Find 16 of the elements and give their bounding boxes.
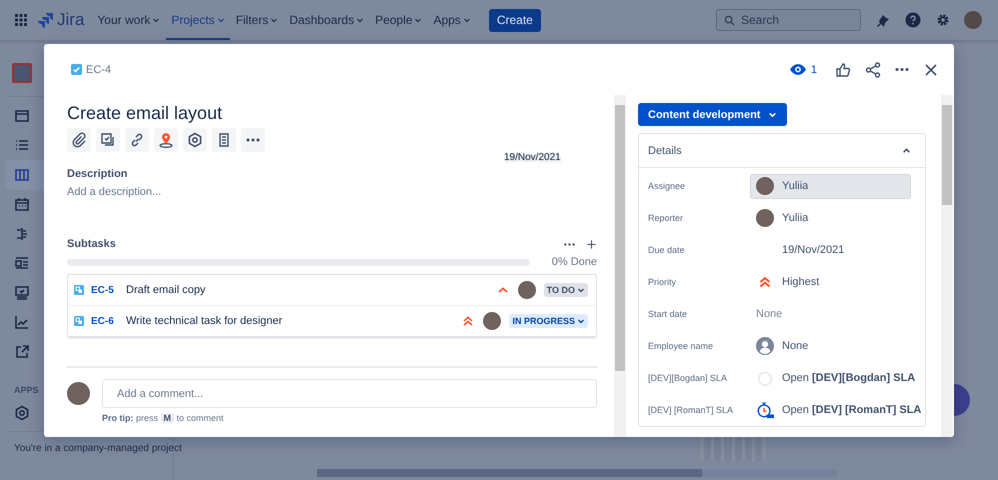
field-label: Start date — [648, 309, 688, 319]
project-type-note: You're in a company-managed project — [14, 442, 182, 454]
field-label: Due date — [648, 245, 686, 255]
subtasks-label: Subtasks — [67, 237, 117, 252]
field-label: [DEV][Bogdan] SLA — [648, 373, 728, 383]
field-label: Reporter — [648, 213, 684, 223]
field-label: Priority — [648, 277, 678, 287]
field-label: Employee name — [648, 341, 714, 351]
progress-reading: 0% Done — [552, 256, 597, 268]
field-label: [DEV] [RomanT] SLA — [648, 405, 734, 415]
product-name: Jira — [57, 10, 84, 30]
field-label: Assignee — [648, 181, 686, 191]
date-label: 19/Nov/2021 — [504, 152, 561, 164]
description-label: Description — [67, 167, 129, 182]
section-label: APPS — [14, 384, 39, 394]
pro-tip: Pro tip: press M to comment — [102, 413, 225, 423]
